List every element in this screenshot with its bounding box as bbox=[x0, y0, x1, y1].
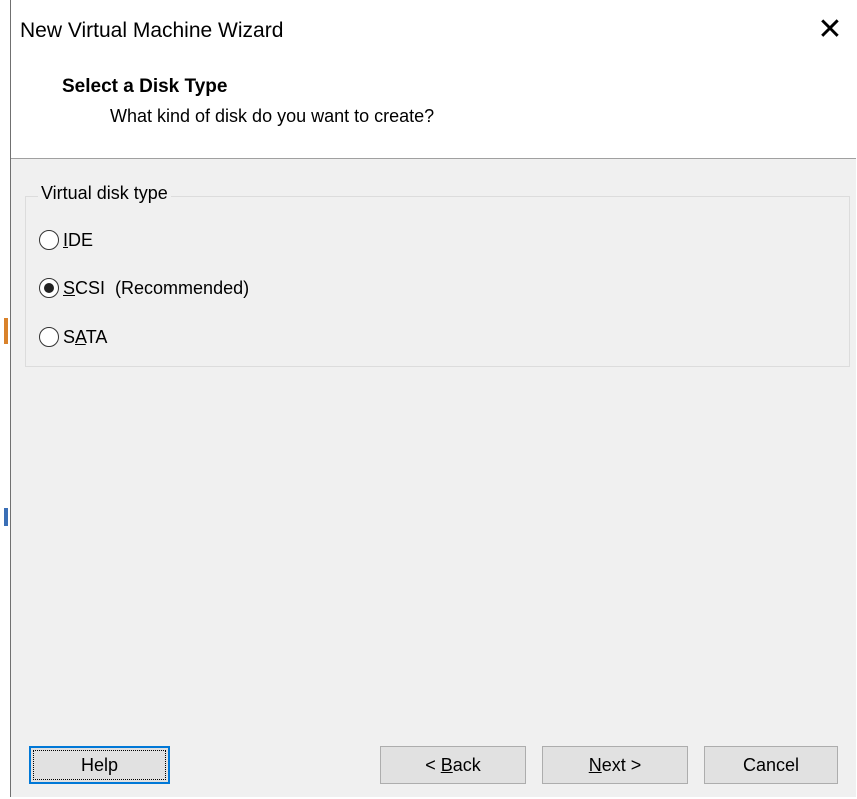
close-button[interactable]: ✕ bbox=[810, 10, 850, 50]
label-rest: TA bbox=[85, 326, 108, 347]
page-subtitle: What kind of disk do you want to create? bbox=[110, 106, 435, 126]
cancel-button-label: Cancel bbox=[742, 754, 800, 775]
back-prefix: < bbox=[425, 754, 441, 775]
radio-ide-circle[interactable] bbox=[39, 230, 59, 250]
next-rest: ext > bbox=[601, 754, 642, 775]
label-prefix: S bbox=[63, 326, 76, 347]
background-window-mark bbox=[4, 508, 8, 526]
next-button[interactable]: Next > bbox=[542, 746, 688, 784]
back-button[interactable]: < Back bbox=[380, 746, 526, 784]
radio-sata-circle[interactable] bbox=[39, 327, 59, 347]
groupbox-legend: Virtual disk type bbox=[38, 183, 171, 204]
background-window-mark bbox=[4, 318, 8, 344]
wizard-dialog: New Virtual Machine Wizard ✕ Select a Di… bbox=[10, 0, 856, 797]
radio-selected-dot bbox=[44, 283, 54, 293]
radio-ide[interactable]: IDE bbox=[39, 226, 93, 254]
title-bar: New Virtual Machine Wizard ✕ bbox=[11, 0, 856, 62]
cancel-button[interactable]: Cancel bbox=[704, 746, 838, 784]
mnemonic-letter: S bbox=[63, 277, 76, 298]
focus-ring bbox=[33, 750, 166, 780]
background-window-edge bbox=[0, 0, 10, 799]
radio-scsi-label: SCSI (Recommended) bbox=[63, 278, 249, 299]
mnemonic-letter: A bbox=[75, 326, 86, 347]
radio-scsi-circle[interactable] bbox=[39, 278, 59, 298]
radio-sata-label: SATA bbox=[63, 327, 107, 348]
radio-scsi[interactable]: SCSI (Recommended) bbox=[39, 274, 249, 302]
back-rest: ack bbox=[452, 754, 481, 775]
wizard-header: Select a Disk Type What kind of disk do … bbox=[11, 62, 856, 159]
page-title: Select a Disk Type bbox=[62, 76, 228, 97]
radio-ide-label: IDE bbox=[63, 230, 93, 251]
recommended-note: (Recommended) bbox=[115, 277, 250, 298]
mnemonic-letter: N bbox=[588, 754, 602, 775]
label-rest: DE bbox=[68, 229, 94, 250]
back-button-label: < Back bbox=[425, 755, 481, 776]
close-icon: ✕ bbox=[817, 13, 843, 46]
mnemonic-letter: B bbox=[440, 754, 453, 775]
wizard-content: Virtual disk type IDE SCSI (Recommended)… bbox=[11, 159, 856, 797]
window-title: New Virtual Machine Wizard bbox=[20, 19, 284, 42]
next-button-label: Next > bbox=[589, 755, 642, 776]
help-button[interactable]: Help bbox=[29, 746, 170, 784]
radio-sata[interactable]: SATA bbox=[39, 323, 107, 351]
label-rest: CSI bbox=[75, 277, 106, 298]
